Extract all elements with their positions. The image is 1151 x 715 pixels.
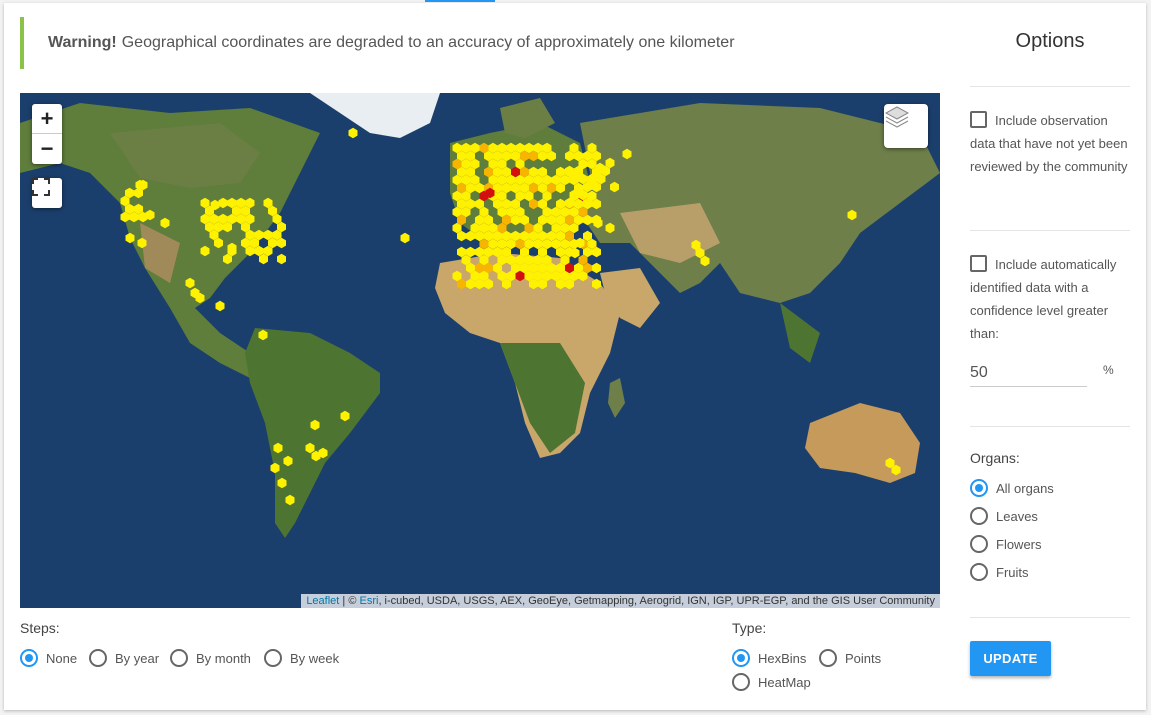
- hexbin: [847, 209, 857, 221]
- steps-label: Steps:: [20, 620, 60, 636]
- radio-icon: [970, 563, 988, 581]
- active-tab-indicator: [425, 0, 495, 2]
- map-attribution: Leaflet | © Esri, i-cubed, USDA, USGS, A…: [301, 594, 940, 608]
- hexbin: [185, 277, 195, 289]
- radio-selected-icon: [20, 649, 38, 667]
- radio-selected-icon: [732, 649, 750, 667]
- hexbin: [305, 442, 315, 454]
- radio-icon: [970, 507, 988, 525]
- steps-option-label: By week: [290, 650, 340, 666]
- hexbin: [215, 300, 225, 312]
- hexbin: [277, 477, 287, 489]
- hexbin: [273, 442, 283, 454]
- esri-link[interactable]: Esri: [359, 595, 378, 607]
- type-label: Type:: [732, 620, 767, 636]
- hexbin: [270, 462, 280, 474]
- radio-selected-icon: [970, 479, 988, 497]
- organ-option-label: Fruits: [996, 564, 1029, 580]
- layers-icon: [884, 106, 910, 128]
- radio-icon: [732, 673, 750, 691]
- zoom-out-button[interactable]: −: [32, 134, 62, 164]
- steps-option-by-year[interactable]: By year: [89, 649, 159, 667]
- type-option-hexbins[interactable]: HexBins: [732, 649, 806, 667]
- type-option-label: HeatMap: [758, 674, 811, 690]
- hexbin: [218, 197, 228, 209]
- organ-option-label: Leaves: [996, 508, 1038, 524]
- zoom-in-button[interactable]: +: [32, 104, 62, 134]
- divider: [970, 86, 1130, 87]
- divider: [970, 617, 1130, 618]
- type-option-points[interactable]: Points: [819, 649, 881, 667]
- divider: [970, 230, 1130, 231]
- hexbin: [340, 410, 350, 422]
- radio-icon: [89, 649, 107, 667]
- organ-option-flowers[interactable]: Flowers: [970, 535, 1042, 553]
- distribution-map[interactable]: + − Leaflet | © Esri, i-cubed, USDA, USG…: [20, 93, 940, 608]
- hexbin: [592, 278, 601, 290]
- fullscreen-button[interactable]: [32, 178, 62, 208]
- attribution-text: , i-cubed, USDA, USGS, AEX, GeoEye, Getm…: [378, 595, 935, 607]
- hexbin: [200, 245, 210, 257]
- warning-text: Geographical coordinates are degraded to…: [121, 34, 735, 51]
- divider: [970, 426, 1130, 427]
- organ-option-label: All organs: [996, 480, 1054, 496]
- layers-button[interactable]: [884, 104, 928, 148]
- radio-icon: [264, 649, 282, 667]
- zoom-control: + −: [32, 104, 62, 164]
- steps-option-label: None: [46, 650, 78, 666]
- organ-option-leaves[interactable]: Leaves: [970, 507, 1038, 525]
- auto-identified-label: Include automatically identified data wi…: [970, 257, 1117, 341]
- steps-option-label: By month: [196, 650, 251, 666]
- radio-icon: [170, 649, 188, 667]
- update-button[interactable]: UPDATE: [970, 641, 1051, 676]
- hexbin: [400, 232, 410, 244]
- steps-option-label: By year: [115, 650, 160, 666]
- hexbin: [610, 181, 619, 193]
- plus-icon: +: [40, 105, 54, 131]
- unreviewed-checkbox-row[interactable]: Include observation data that have not y…: [970, 109, 1130, 178]
- hexbin: [622, 148, 632, 160]
- organ-option-label: Flowers: [996, 536, 1042, 552]
- warning-label: Warning!: [48, 34, 117, 51]
- type-option-label: HexBins: [758, 650, 807, 666]
- hexbin: [258, 329, 268, 341]
- steps-option-by-week[interactable]: By week: [264, 649, 339, 667]
- organ-option-fruits[interactable]: Fruits: [970, 563, 1029, 581]
- fullscreen-icon: [32, 178, 50, 196]
- type-option-heatmap[interactable]: HeatMap: [732, 673, 811, 691]
- steps-option-none[interactable]: None: [20, 649, 77, 667]
- organs-label: Organs:: [970, 450, 1020, 466]
- radio-icon: [819, 649, 837, 667]
- hexbin: [137, 237, 147, 249]
- unreviewed-label: Include observation data that have not y…: [970, 113, 1128, 174]
- auto-identified-checkbox-row[interactable]: Include automatically identified data wi…: [970, 253, 1130, 345]
- hexbin: [592, 262, 601, 274]
- hexbin: [700, 255, 710, 267]
- hexbin: [125, 232, 135, 244]
- organ-option-all[interactable]: All organs: [970, 479, 1054, 497]
- options-title: Options: [1015, 30, 1085, 52]
- radio-icon: [970, 535, 988, 553]
- percent-label: %: [1103, 363, 1114, 377]
- hexbin: [310, 419, 320, 431]
- hexbin: [348, 127, 358, 139]
- hexbin: [605, 222, 615, 234]
- hexbin: [277, 253, 286, 265]
- warning-banner: Warning! Geographical coordinates are de…: [20, 17, 940, 69]
- hexbin-layer: [120, 127, 901, 506]
- steps-option-by-month[interactable]: By month: [170, 649, 251, 667]
- hexbin: [160, 217, 170, 229]
- hexbin: [285, 494, 295, 506]
- checkbox-icon[interactable]: [970, 255, 987, 272]
- minus-icon: −: [40, 136, 54, 161]
- checkbox-icon[interactable]: [970, 111, 987, 128]
- leaflet-link[interactable]: Leaflet: [306, 595, 339, 607]
- confidence-input[interactable]: [970, 355, 1087, 387]
- attribution-sep: | ©: [339, 595, 360, 607]
- type-option-label: Points: [845, 650, 882, 666]
- hexbin: [283, 455, 293, 467]
